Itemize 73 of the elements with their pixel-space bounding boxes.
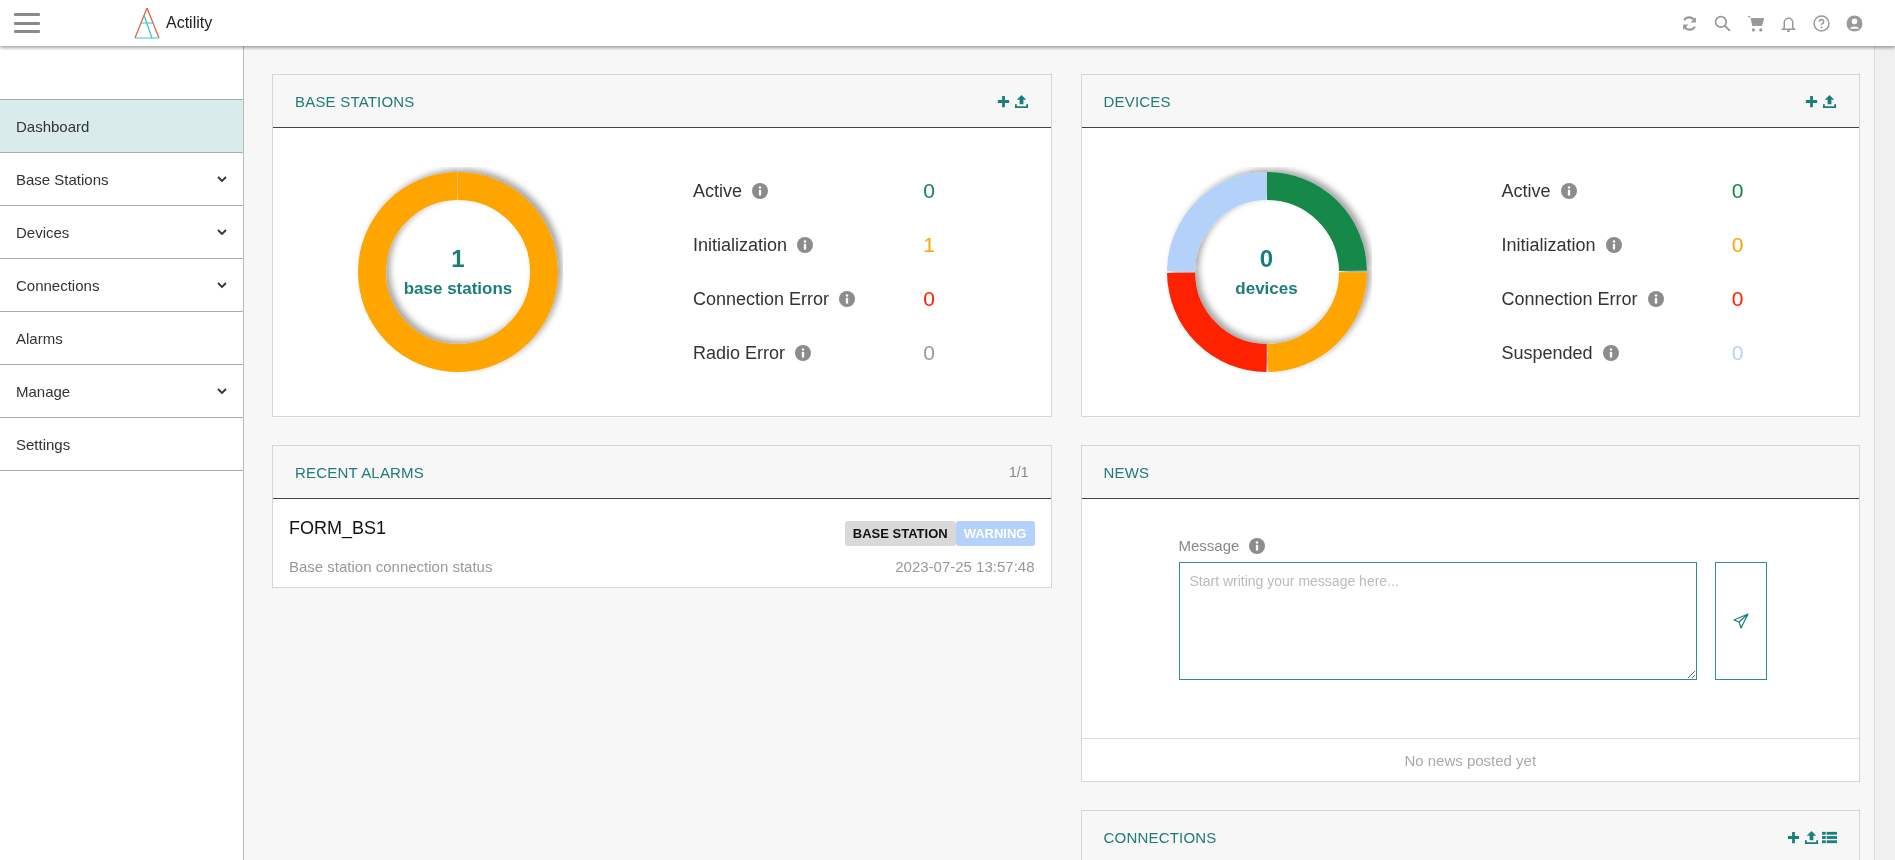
bell-icon[interactable] [1780,14,1797,32]
search-icon[interactable] [1714,14,1731,32]
stat-value: 1 [922,233,936,257]
chevron-down-icon[interactable] [217,281,227,289]
sidebar-item[interactable]: Alarms [0,311,243,364]
field-label: Message [1178,537,1240,554]
add-icon[interactable] [1804,93,1819,109]
info-icon[interactable] [797,237,814,253]
category-badge: BASE STATION [844,521,956,546]
info-icon[interactable] [1560,183,1577,199]
chevron-down-icon[interactable] [217,228,227,236]
stat-label: Connection Error [693,288,830,310]
stat-label: Initialization [1501,234,1596,256]
logo-icon [132,7,162,39]
alarm-description: Base station connection status [289,558,493,575]
stat-label: Suspended [1501,342,1593,364]
info-icon[interactable] [1605,237,1622,253]
card-title: CONNECTIONS [1103,828,1218,846]
stat-label: Active [693,180,743,202]
total-count: 1 [451,245,465,273]
page-count: 1/1 [1009,464,1029,480]
total-count: 0 [1259,245,1274,273]
stat-value: 0 [922,287,936,311]
info-icon[interactable] [839,291,856,307]
user-icon[interactable] [1846,14,1863,32]
add-icon[interactable] [1786,829,1801,845]
info-icon[interactable] [1249,537,1266,554]
chevron-down-icon[interactable] [217,175,227,183]
stat-value: 0 [1730,341,1745,365]
info-icon[interactable] [752,183,769,199]
stat-value: 0 [1730,287,1745,311]
card-title: RECENT ALARMS [295,463,426,481]
stat-value: 0 [1730,179,1745,203]
scrollbar[interactable] [1874,46,1895,860]
total-label: devices [1235,279,1298,299]
sidebar-item[interactable]: Settings [0,417,243,471]
card-title: BASE STATIONS [295,92,416,110]
sidebar-item[interactable]: Manage [0,364,243,417]
alarm-timestamp: 2023-07-25 13:57:48 [895,558,1035,575]
paper-plane-icon [1732,613,1749,629]
upload-icon[interactable] [1804,829,1819,845]
brand-name: Actility [166,14,213,32]
sidebar-item[interactable]: Base Stations [0,152,243,205]
list-icon[interactable] [1822,829,1837,845]
upload-icon[interactable] [1013,93,1029,109]
help-icon[interactable] [1813,14,1830,32]
menu-button[interactable] [14,13,40,33]
empty-message: No news posted yet [1403,750,1538,771]
info-icon[interactable] [1647,291,1664,307]
refresh-icon[interactable] [1681,14,1698,32]
stat-label: Active [1501,180,1551,202]
info-icon[interactable] [795,345,812,361]
card-title: DEVICES [1103,92,1172,110]
stat-label: Initialization [693,234,788,256]
stat-value: 0 [922,179,936,203]
total-label: base stations [403,279,513,299]
stat-label: Radio Error [693,342,786,364]
stat-value: 0 [922,341,936,365]
info-icon[interactable] [1602,345,1619,361]
message-field[interactable]: Start writing your message here... [1178,562,1697,680]
add-icon[interactable] [995,93,1011,109]
upload-icon[interactable] [1822,93,1837,109]
stat-value: 0 [1730,233,1745,257]
sidebar-item[interactable]: Connections [0,258,243,311]
sidebar-item[interactable]: Dashboard [0,99,243,152]
stat-label: Connection Error [1501,288,1638,310]
chevron-down-icon[interactable] [217,387,227,395]
alarm-name: FORM_BS1 [289,518,387,539]
sidebar-item[interactable]: Devices [0,205,243,258]
send-button[interactable] [1714,562,1767,680]
severity-badge: WARNING [955,521,1035,546]
card-title: NEWS [1103,463,1151,481]
cart-icon[interactable] [1747,14,1764,32]
